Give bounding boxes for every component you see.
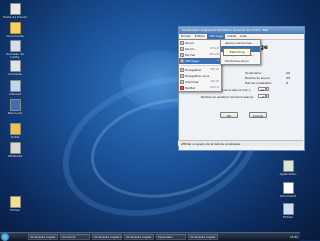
submenu-arrow-icon: ▸ <box>217 59 219 62</box>
dropdown-menu: Ouvrir Ouvrir... Ctrl+O Fermer Ctrl+W Affi… <box>178 39 222 92</box>
desktop-icon-label: Utilitaires <box>7 154 23 158</box>
field-label: Vocabulaire: <box>245 71 262 75</box>
question-count-spinner[interactable] <box>266 94 269 98</box>
session-duration-spinner[interactable] <box>266 87 269 91</box>
taskbar-item[interactable]: Vocabulaire Anglais <box>188 234 218 240</box>
desktop-icon[interactable]: Application <box>274 160 302 176</box>
desktop-icon-label: Fichier <box>283 215 293 219</box>
taskbar-item[interactable]: Vocabulaire Anglais PC <box>92 234 122 240</box>
desktop-icon-label: Internet <box>9 92 21 96</box>
menu-option-label: Ouvrir <box>185 41 195 45</box>
desktop-icon-label: Outils <box>10 135 20 139</box>
utilities-icon <box>9 142 21 154</box>
app-icon <box>282 160 294 172</box>
file-icon <box>282 203 294 215</box>
control-panel-icon <box>9 40 21 52</box>
menu-option[interactable]: Quitter Ctrl+Q <box>179 85 221 91</box>
taskbar-item[interactable]: Vocabulaire Anglais <box>124 234 154 240</box>
field-value: 24 <box>286 76 290 80</box>
desktop-icon-label: Poste de travail <box>3 15 27 19</box>
setting-label: Nombre de questions durant la séance: <box>201 95 255 99</box>
desktop-icon-label: Documents <box>6 34 24 38</box>
menu-option-selected[interactable]: Affichage ▸ <box>179 58 221 64</box>
menu-separator <box>181 65 219 66</box>
menu-option-label: Affichage <box>185 59 200 63</box>
desktop-icon[interactable]: Outils <box>1 123 29 139</box>
desktop-icon[interactable]: Internet <box>1 80 29 96</box>
submenu-item[interactable]: Prochaine leçon <box>221 58 260 64</box>
taskbar-item[interactable]: Explorateur <box>156 234 186 240</box>
close-icon <box>180 53 184 57</box>
save-as-icon <box>180 74 184 78</box>
menu-option-shortcut: Ctrl+Q <box>210 86 219 89</box>
cancel-button[interactable]: Cancel <box>249 112 267 118</box>
menu-option-label: Imprimer <box>185 80 199 84</box>
menu-option-label: Enregistrer <box>185 68 202 72</box>
session-duration-input[interactable]: 10 <box>258 87 266 92</box>
file-icon <box>9 196 21 208</box>
field-label: Nombre de leçons: <box>245 76 271 80</box>
field-value: 4 <box>286 81 288 85</box>
shortcut-icon <box>9 99 21 111</box>
save-icon <box>180 68 184 72</box>
computer-icon <box>9 3 21 15</box>
browser-icon <box>9 80 21 92</box>
tooltip: Trebuchnig <box>223 48 251 56</box>
desktop-icon[interactable]: Fichier <box>274 203 302 219</box>
desktop-icon[interactable]: Raccourci <box>1 99 29 115</box>
desktop-icon[interactable]: Poste de travail <box>1 3 29 19</box>
menu-option-label: Quitter <box>185 86 196 90</box>
desktop-icon-label: Corbeille <box>8 72 22 76</box>
desktop-icon[interactable]: Document <box>274 182 302 198</box>
window-title[interactable]: Vocabulaire Anglais PC Facilitator (Lice… <box>179 27 304 34</box>
recycle-bin-icon <box>9 60 21 72</box>
taskbar-item[interactable]: Document <box>60 234 90 240</box>
folder-icon <box>9 22 21 34</box>
ok-button[interactable]: OK <box>220 112 238 118</box>
exit-icon <box>180 86 184 90</box>
desktop-icon-label: Document <box>280 194 296 198</box>
view-icon <box>180 59 184 63</box>
desktop-icon[interactable]: Fichier <box>1 196 29 212</box>
menu-option-label: Fermer <box>185 53 196 57</box>
desktop-icon-label: Application <box>279 172 297 176</box>
open-file-icon <box>180 47 184 51</box>
document-icon <box>282 182 294 194</box>
menu-option-label: Enregistrer sous <box>185 74 210 78</box>
status-bar: Afficher un aperçu de la liste de vocabu… <box>178 140 303 146</box>
question-count-input[interactable]: 5 <box>258 94 266 99</box>
desktop-icon[interactable]: Panneau de config. <box>1 40 29 59</box>
tools-icon <box>9 123 21 135</box>
open-icon <box>180 41 184 45</box>
desktop-icon-label: Raccourci <box>7 111 23 115</box>
desktop-icon[interactable]: Documents <box>1 22 29 38</box>
taskbar-item[interactable]: Vocabulaire Anglais <box>28 234 58 240</box>
desktop-icon-label: Panneau de config. <box>6 52 24 59</box>
field-value: 12 <box>286 71 290 75</box>
field-label: Test de vocabulaire: <box>245 81 272 85</box>
desktop-icon[interactable]: Utilitaires <box>1 142 29 158</box>
menu-option-label: Ouvrir... <box>185 47 197 51</box>
desktop-icon[interactable]: Corbeille <box>1 60 29 76</box>
print-icon <box>180 80 184 84</box>
desktop-icon-label: Fichier <box>10 208 20 212</box>
